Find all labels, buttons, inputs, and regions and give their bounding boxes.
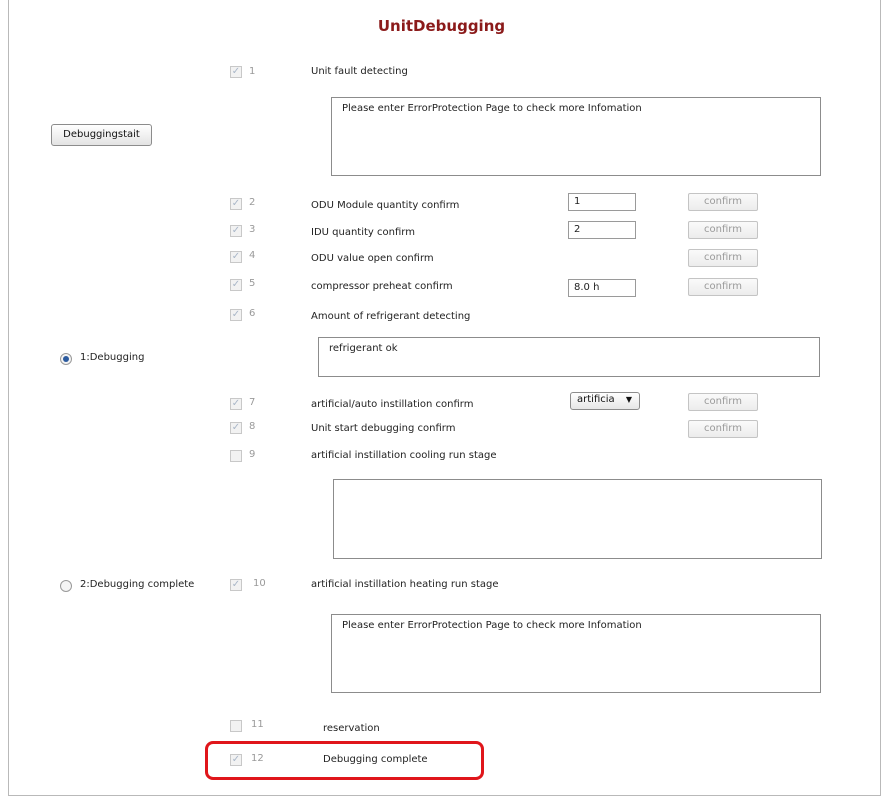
stage-debugging-label: 1:Debugging	[80, 352, 145, 363]
step-4-number: 4	[249, 250, 256, 261]
step-9-label: artificial instillation cooling run stag…	[311, 450, 497, 461]
step-7-checkbox[interactable]: ✓	[230, 398, 242, 410]
cooling-stage-box	[333, 479, 822, 559]
step-11-number: 11	[251, 719, 264, 730]
step-5-label: compressor preheat confirm	[311, 281, 453, 292]
step-1-number: 1	[249, 66, 256, 77]
step-10-label: artificial instillation heating run stag…	[311, 579, 499, 590]
step-8-checkbox[interactable]: ✓	[230, 422, 242, 434]
step-7-confirm-button[interactable]: confirm	[688, 393, 758, 411]
step-3-confirm-button[interactable]: confirm	[688, 221, 758, 239]
step-8-number: 8	[249, 421, 256, 432]
heating-stage-box: Please enter ErrorProtection Page to che…	[331, 614, 821, 693]
step-7-number: 7	[249, 397, 256, 408]
step-1-checkbox[interactable]: ✓	[230, 66, 242, 78]
step-2-number: 2	[249, 197, 256, 208]
step-4-label: ODU value open confirm	[311, 253, 434, 264]
step-6-label: Amount of refrigerant detecting	[311, 311, 471, 322]
step-2-confirm-button[interactable]: confirm	[688, 193, 758, 211]
idu-quantity-input[interactable]: 2	[568, 221, 636, 239]
step-5-checkbox[interactable]: ✓	[230, 279, 242, 291]
install-mode-select[interactable]: artificia ▼	[570, 392, 640, 410]
preheat-time-input[interactable]: 8.0 h	[568, 279, 636, 297]
step-3-label: IDU quantity confirm	[311, 227, 415, 238]
step-5-number: 5	[249, 278, 256, 289]
stage-debugging-radio[interactable]	[60, 353, 72, 365]
step-3-checkbox[interactable]: ✓	[230, 225, 242, 237]
chevron-down-icon: ▼	[625, 395, 632, 404]
step-2-label: ODU Module quantity confirm	[311, 200, 460, 211]
step-6-number: 6	[249, 308, 256, 319]
refrigerant-status-box: refrigerant ok	[318, 337, 820, 377]
debugging-start-button[interactable]: Debuggingstait	[51, 124, 152, 146]
step-11-checkbox[interactable]	[230, 720, 242, 732]
stage-complete-radio[interactable]	[60, 580, 72, 592]
step-10-checkbox[interactable]: ✓	[230, 579, 242, 591]
step-10-number: 10	[253, 578, 266, 589]
step-7-label: artificial/auto instillation confirm	[311, 399, 474, 410]
step-8-label: Unit start debugging confirm	[311, 423, 456, 434]
step-9-checkbox[interactable]	[230, 450, 242, 462]
step-6-checkbox[interactable]: ✓	[230, 309, 242, 321]
step-8-confirm-button[interactable]: confirm	[688, 420, 758, 438]
step-3-number: 3	[249, 224, 256, 235]
step-4-checkbox[interactable]: ✓	[230, 251, 242, 263]
odu-quantity-input[interactable]: 1	[568, 193, 636, 211]
highlight-box	[205, 741, 484, 780]
step-11-label: reservation	[323, 723, 380, 734]
install-mode-value: artificia	[577, 394, 615, 405]
step-5-confirm-button[interactable]: confirm	[688, 278, 758, 296]
fault-message-box: Please enter ErrorProtection Page to che…	[331, 97, 821, 176]
step-9-number: 9	[249, 449, 256, 460]
stage-complete-label: 2:Debugging complete	[80, 579, 195, 590]
step-2-checkbox[interactable]: ✓	[230, 198, 242, 210]
step-1-label: Unit fault detecting	[311, 66, 408, 77]
page-title: UnitDebugging	[377, 17, 506, 35]
step-4-confirm-button[interactable]: confirm	[688, 249, 758, 267]
